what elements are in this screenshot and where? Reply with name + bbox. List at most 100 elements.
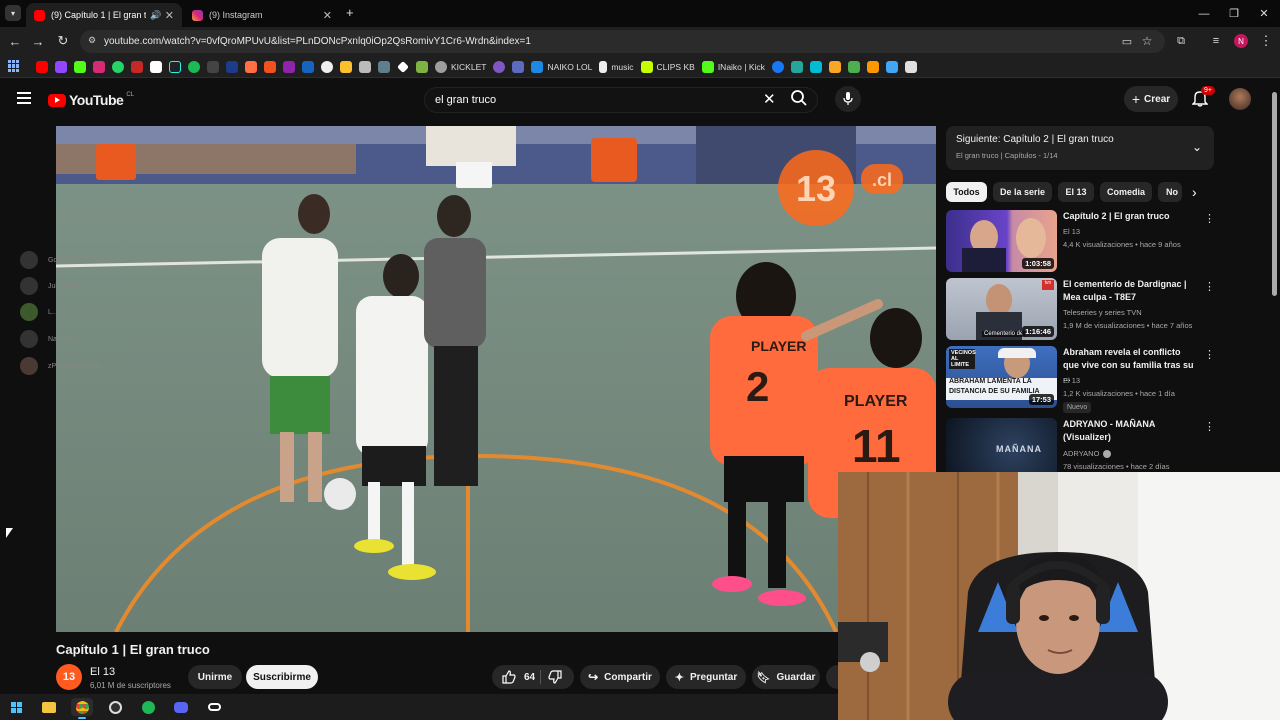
join-button[interactable]: Unirme (188, 665, 242, 689)
bookmark-tiktok[interactable] (169, 59, 181, 75)
windows-start-icon[interactable] (5, 698, 27, 716)
menu-kebab-icon[interactable]: ⋮ (1257, 32, 1275, 50)
restore-icon[interactable]: ❐ (1218, 0, 1250, 27)
bookmark-orange[interactable] (245, 59, 257, 75)
channel-name[interactable]: El 13 (90, 666, 115, 678)
close-tab-icon[interactable]: ✕ (323, 9, 332, 22)
save-button[interactable]: 🔖︎ Guardar (752, 665, 820, 689)
playlist-panel[interactable]: Siguiente: Capítulo 2 | El gran truco El… (946, 126, 1214, 170)
bookmark-grey[interactable] (378, 59, 390, 75)
file-explorer-icon[interactable] (38, 698, 60, 716)
new-tab-button[interactable]: + (346, 5, 354, 20)
bookmark-dark[interactable] (302, 59, 314, 75)
bookmark-kicklet[interactable]: KICKLET (435, 59, 486, 75)
bookmark-diamond[interactable] (397, 59, 409, 75)
bookmark-music[interactable]: music (599, 59, 634, 75)
bookmark-naiko-kick[interactable]: INaiko | Kick (701, 59, 765, 75)
voice-search-button[interactable] (835, 86, 861, 112)
obs-icon[interactable] (104, 698, 126, 716)
account-avatar[interactable] (1229, 88, 1251, 110)
bookmark-blue[interactable] (226, 59, 238, 75)
share-button[interactable]: ↪ Compartir (580, 665, 660, 689)
bookmark-naiko-lol[interactable]: NAIKO LOL (531, 59, 592, 75)
bookmark-star-icon[interactable]: ☆ (1138, 32, 1156, 50)
bookmark-x[interactable] (150, 59, 162, 75)
bookmark-bubble[interactable] (493, 59, 506, 75)
reload-icon[interactable]: ↻ (54, 32, 72, 50)
chip-de-la-serie[interactable]: De la serie (993, 182, 1052, 202)
bookmark-purple[interactable] (283, 59, 295, 75)
youtube-logo[interactable]: YouTube CL (48, 92, 134, 108)
recommendation-item[interactable]: 1:03:58 Capítulo 2 | El gran truco El 13… (946, 210, 1215, 274)
bookmark-whatsapp[interactable] (112, 59, 124, 75)
bookmark-facebook[interactable] (771, 59, 784, 75)
tab-instagram[interactable]: (9) Instagram ✕ (184, 3, 340, 27)
bookmark-green[interactable] (416, 59, 428, 75)
recommendation-item[interactable]: VECINOS AL LIMITE ABRAHAM LAMENTA LA DIS… (946, 346, 1215, 413)
bookmark-kick[interactable] (74, 59, 86, 75)
like-button[interactable]: 64 (502, 670, 535, 684)
bookmark-chrome[interactable] (321, 59, 333, 75)
clear-search-icon[interactable]: ✕ (763, 90, 776, 108)
bookmark-yellow[interactable] (340, 59, 352, 75)
subscribe-button[interactable]: Suscribirme (246, 665, 318, 689)
tab-youtube[interactable]: (9) Capítulo 1 | El gran truco 🔊 ✕ (26, 3, 182, 27)
bookmark-amber[interactable] (866, 59, 879, 75)
bookmark-cyan[interactable] (809, 59, 822, 75)
chevron-right-icon[interactable]: › (1192, 184, 1197, 200)
apps-grid-icon[interactable] (8, 60, 20, 72)
bookmark-orange2[interactable] (264, 59, 276, 75)
bookmark-wave[interactable] (885, 59, 898, 75)
more-options-icon[interactable]: ⋮ (1204, 348, 1215, 361)
page-scrollbar[interactable] (1272, 92, 1277, 296)
hamburger-menu-icon[interactable] (17, 92, 31, 104)
chip-comedia[interactable]: Comedia (1100, 182, 1152, 202)
bookmark-cat[interactable] (359, 59, 371, 75)
bookmark-shield[interactable] (512, 59, 525, 75)
bookmark-s[interactable] (207, 59, 219, 75)
channel-avatar[interactable]: 13 (56, 664, 82, 690)
bookmark-spotify[interactable] (188, 59, 200, 75)
bookmark-twitch[interactable] (55, 59, 67, 75)
tab-search-button[interactable]: ▾ (5, 5, 21, 21)
discord-icon[interactable] (170, 698, 192, 716)
chrome-icon[interactable] (71, 698, 93, 716)
chevron-down-icon[interactable]: ⌄ (1192, 140, 1202, 154)
site-info-icon[interactable]: ⚙ (88, 35, 96, 46)
bookmark-instagram[interactable] (93, 59, 105, 75)
more-options-icon[interactable]: ⋮ (1204, 420, 1214, 433)
chip-el-13[interactable]: El 13 (1058, 182, 1094, 202)
search-input[interactable]: el gran truco (424, 87, 818, 113)
bookmark-lime[interactable] (847, 59, 860, 75)
media-control-icon[interactable]: ≡ (1207, 32, 1225, 50)
dislike-button[interactable] (548, 670, 562, 687)
bookmark-gold[interactable] (828, 59, 841, 75)
extensions-icon[interactable]: ⧉ (1172, 32, 1190, 50)
address-bar[interactable]: ⚙ youtube.com/watch?v=0vfQroMPUvU&list=P… (80, 30, 1165, 53)
profile-avatar[interactable]: N (1234, 34, 1248, 48)
cast-icon[interactable]: ▭ (1118, 32, 1136, 50)
chip-more[interactable]: No (1158, 182, 1182, 202)
bookmark-youtube[interactable] (36, 59, 48, 75)
bookmark-white[interactable] (904, 59, 917, 75)
more-options-icon[interactable]: ⋮ (1204, 280, 1215, 293)
forward-icon[interactable]: → (29, 32, 47, 50)
minimize-icon[interactable]: — (1188, 0, 1220, 27)
more-options-icon[interactable]: ⋮ (1204, 212, 1215, 225)
close-window-icon[interactable]: ✕ (1248, 0, 1280, 27)
search-button[interactable] (790, 89, 810, 109)
video-player[interactable]: 13 .cl PLAYER 2 PLAYER 11 (56, 126, 936, 632)
app-icon[interactable] (203, 698, 225, 716)
bookmark-red[interactable] (131, 59, 143, 75)
close-tab-icon[interactable]: ✕ (165, 9, 174, 22)
bookmark-teal[interactable] (790, 59, 803, 75)
chip-todos[interactable]: Todos (946, 182, 987, 202)
bookmark-clips-kb[interactable]: CLIPS KB (640, 59, 695, 75)
create-button[interactable]: + Crear (1124, 86, 1178, 112)
ask-button[interactable]: ✦ Preguntar (666, 665, 746, 689)
spotify-icon[interactable] (137, 698, 159, 716)
recommendation-item[interactable]: MAÑANA ADRYANO - MAÑANA (Visualizer) ADR… (946, 418, 1214, 472)
recommendation-item[interactable]: tvn Cementerio de 1:16:46 El cementerio … (946, 278, 1215, 342)
back-icon[interactable]: ← (6, 32, 24, 50)
notifications-button[interactable]: 9+ (1191, 86, 1215, 110)
